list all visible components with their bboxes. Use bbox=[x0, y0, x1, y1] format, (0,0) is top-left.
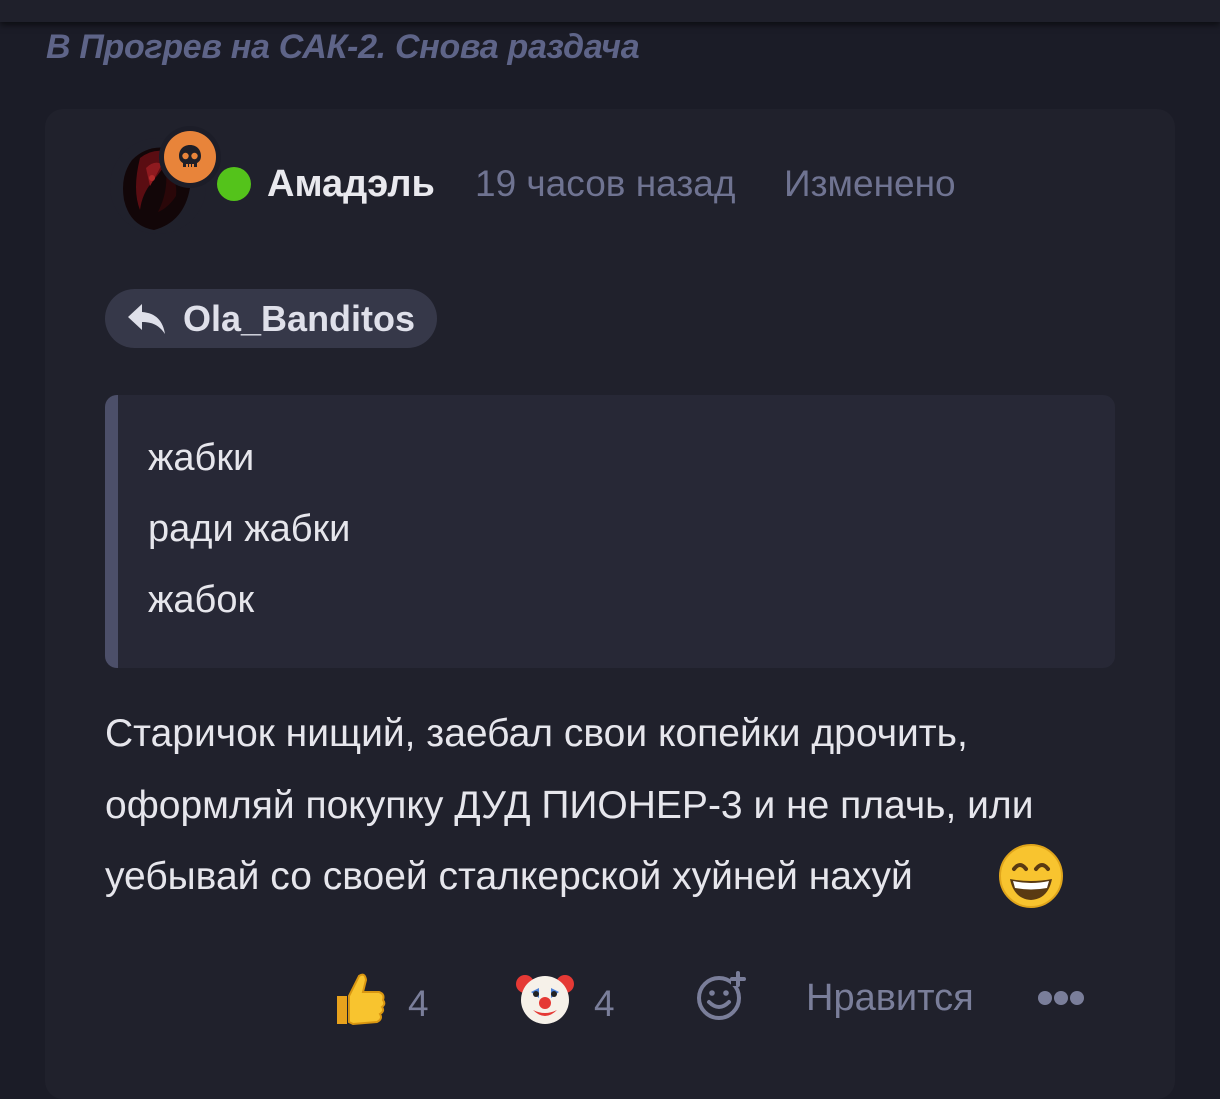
skull-badge bbox=[159, 126, 221, 188]
add-reaction-icon[interactable] bbox=[695, 970, 749, 1022]
thumbs-up-icon[interactable] bbox=[333, 970, 387, 1028]
online-status-dot bbox=[217, 167, 251, 201]
quote-block: жабки ради жабки жабок bbox=[105, 395, 1115, 668]
quote-line: жабок bbox=[148, 579, 255, 621]
reply-arrow-icon bbox=[128, 303, 165, 334]
author-name[interactable]: Амадэль bbox=[267, 163, 435, 206]
thread-title-link[interactable]: В Прогрев на САК-2. Снова раздача bbox=[46, 28, 640, 67]
grinning-face-emoji-icon bbox=[999, 844, 1063, 908]
comment-timestamp[interactable]: 19 часов назад bbox=[475, 163, 735, 205]
more-icon[interactable] bbox=[1037, 988, 1085, 1008]
clown-face-icon[interactable] bbox=[515, 970, 575, 1026]
clown-count: 4 bbox=[594, 983, 615, 1024]
comment-body-line: оформляй покупку ДУД ПИОНЕР-3 и не плачь… bbox=[105, 784, 1034, 827]
reply-to-chip[interactable]: Ola_Banditos bbox=[105, 289, 438, 348]
skull-icon bbox=[179, 145, 201, 167]
top-bar-edge bbox=[0, 0, 1220, 22]
comment-body-line: уебывай со своей сталкерской хуйней наху… bbox=[105, 855, 913, 898]
quote-line: жабки bbox=[148, 437, 255, 479]
thumbs-up-count: 4 bbox=[408, 983, 429, 1024]
quote-line: ради жабки bbox=[148, 508, 351, 550]
like-button[interactable]: Нравится bbox=[806, 977, 974, 1020]
quote-bar bbox=[105, 395, 118, 668]
reply-to-username: Ola_Banditos bbox=[183, 297, 416, 339]
edited-label: Изменено bbox=[784, 163, 956, 204]
comment-body-line: Старичок нищий, заебал свои копейки дроч… bbox=[105, 712, 968, 755]
